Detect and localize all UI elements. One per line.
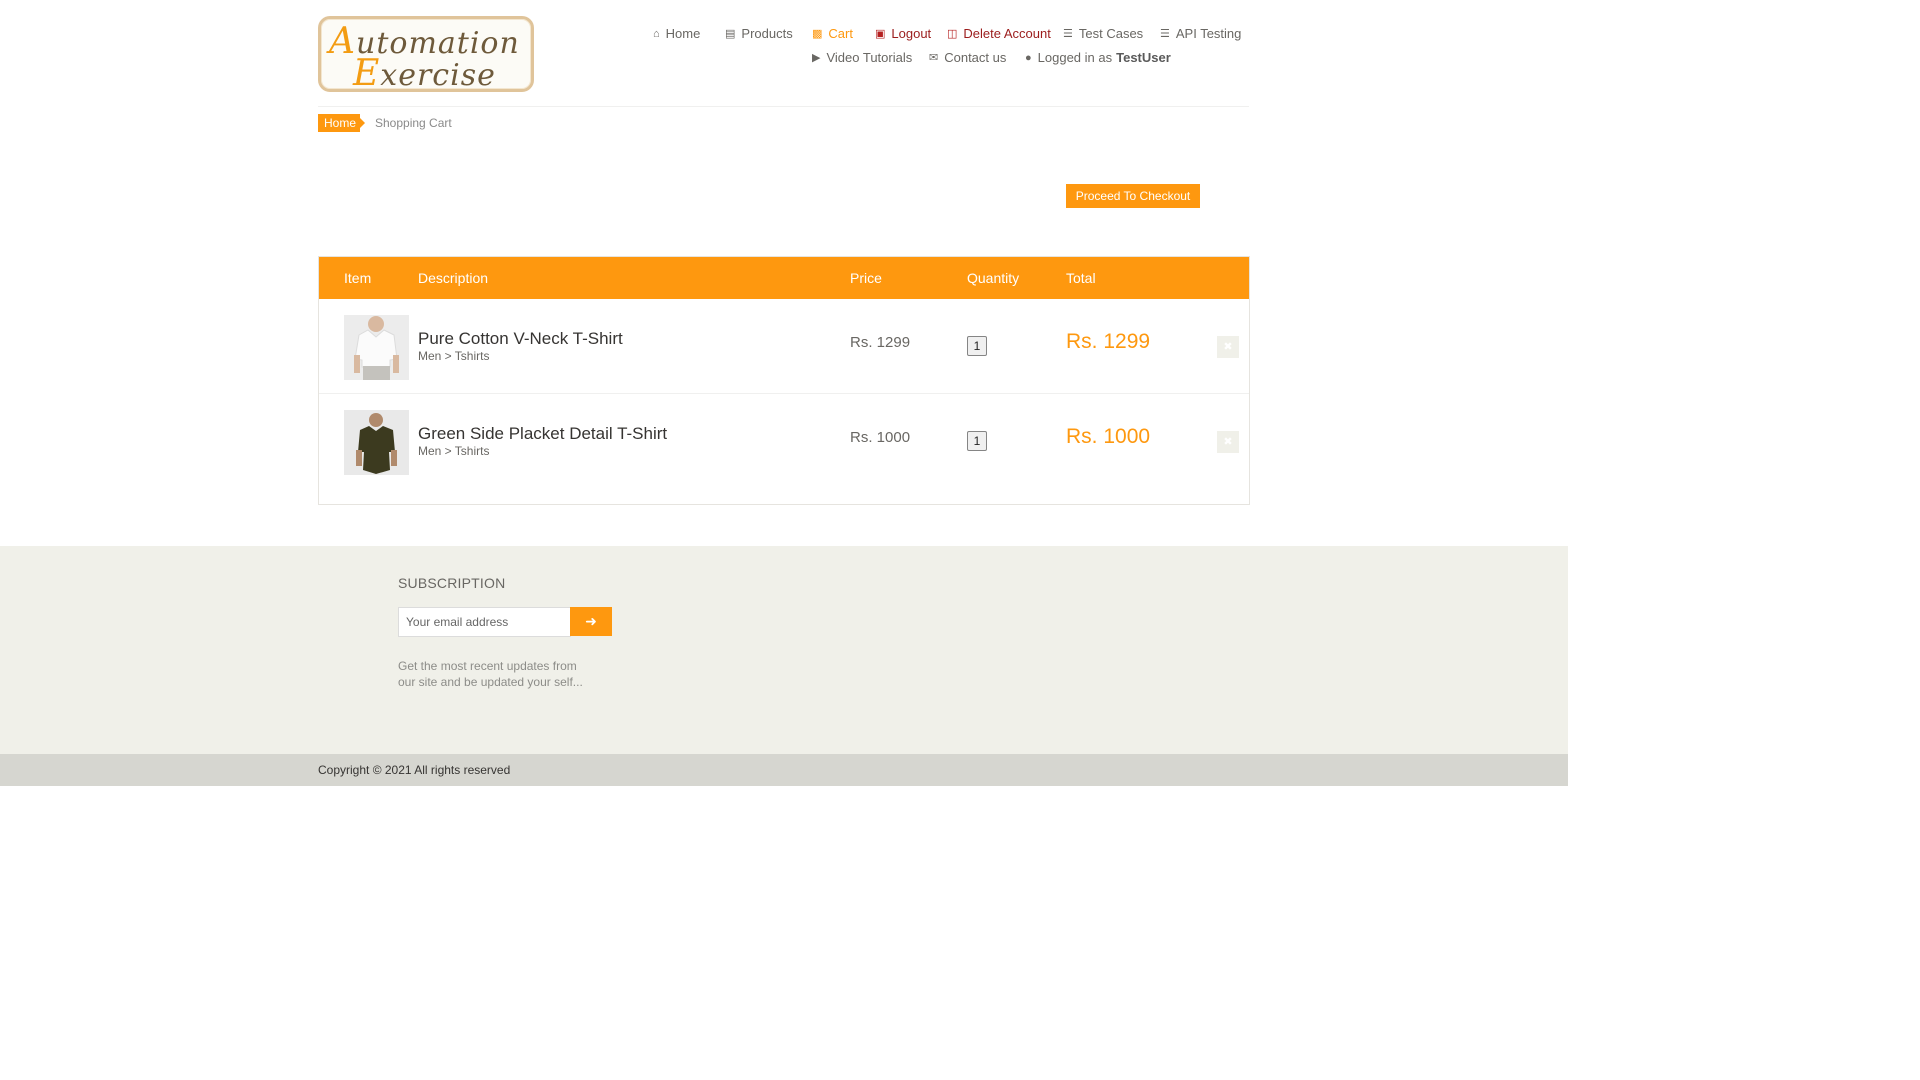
nav-delete-account-link[interactable]: ◫ Delete Account — [947, 26, 1051, 41]
product-quantity: 1 — [967, 336, 987, 356]
close-icon: ✖ — [1223, 341, 1233, 353]
header-description: Description — [418, 270, 489, 286]
product-quantity: 1 — [967, 431, 987, 451]
subscription-email-input[interactable] — [398, 607, 571, 637]
header-total: Total — [1066, 270, 1096, 286]
header-price: Price — [850, 270, 882, 286]
white-tshirt-image — [344, 315, 409, 380]
list-icon: ☰ — [1160, 28, 1170, 40]
copyright-text: Copyright © 2021 All rights reserved — [318, 763, 511, 777]
header-item: Item — [344, 270, 372, 286]
product-name-link[interactable]: Green Side Placket Detail T-Shirt — [418, 424, 667, 444]
logo-line-2: Exercise — [353, 53, 496, 94]
product-price: Rs. 1000 — [850, 429, 911, 446]
product-total: Rs. 1000 — [1066, 425, 1151, 448]
subscription-description: Get the most recent updates from our sit… — [398, 659, 583, 689]
cart-table: Item Description Price Quantity Total Pu… — [318, 256, 1250, 505]
lock-icon: ▣ — [875, 28, 886, 40]
home-icon: ⌂ — [653, 27, 660, 40]
nav-cart-link[interactable]: ▩ Cart — [812, 26, 853, 41]
nav-logout-link[interactable]: ▣ Logout — [875, 26, 931, 41]
delete-item-button[interactable]: ✖ — [1217, 336, 1239, 358]
product-thumbnail[interactable] — [344, 410, 409, 475]
youtube-play-icon: ▶ — [812, 52, 821, 64]
list-icon: ☰ — [1063, 28, 1073, 40]
green-tshirt-image — [344, 410, 409, 475]
product-category: Men > Tshirts — [418, 444, 490, 458]
row-divider — [319, 393, 1249, 394]
footer-bottom — [0, 754, 1568, 786]
nav-video-tutorials-link[interactable]: ▶ Video Tutorials — [812, 50, 912, 65]
breadcrumb-current: Shopping Cart — [375, 116, 452, 130]
proceed-to-checkout-button[interactable]: Proceed To Checkout — [1066, 184, 1200, 208]
nav-test-cases-link[interactable]: ☰ Test Cases — [1063, 26, 1143, 41]
close-icon: ✖ — [1223, 436, 1233, 448]
breadcrumb-home-link[interactable]: Home — [318, 114, 365, 132]
nav-home-link[interactable]: ⌂ Home — [653, 26, 700, 41]
card-icon: ▤ — [725, 28, 736, 40]
site-logo[interactable]: Automation Exercise — [318, 16, 534, 94]
product-total: Rs. 1299 — [1066, 330, 1151, 353]
header-divider — [318, 106, 1249, 107]
trash-icon: ◫ — [947, 28, 958, 40]
subscribe-button[interactable]: ➜ — [570, 607, 612, 636]
subscription-title: SUBSCRIPTION — [398, 575, 506, 591]
envelope-icon: ✉ — [929, 52, 939, 64]
footer-widget — [0, 546, 1568, 754]
product-price: Rs. 1299 — [850, 334, 911, 351]
product-name-link[interactable]: Pure Cotton V-Neck T-Shirt — [418, 329, 623, 349]
arrow-circle-right-icon: ➜ — [585, 613, 597, 629]
cart-icon: ▩ — [812, 28, 823, 40]
product-category: Men > Tshirts — [418, 349, 490, 363]
product-thumbnail[interactable] — [344, 315, 409, 380]
user-icon: ● — [1025, 51, 1032, 64]
nav-api-testing-link[interactable]: ☰ API Testing — [1160, 26, 1241, 41]
delete-item-button[interactable]: ✖ — [1217, 431, 1239, 453]
nav-contact-us-link[interactable]: ✉ Contact us — [929, 50, 1006, 65]
nav-logged-in-user[interactable]: ● Logged in as TestUser — [1025, 50, 1171, 65]
nav-products-link[interactable]: ▤ Products — [725, 26, 793, 41]
cart-table-header: Item Description Price Quantity Total — [319, 257, 1249, 299]
header-quantity: Quantity — [967, 270, 1020, 286]
